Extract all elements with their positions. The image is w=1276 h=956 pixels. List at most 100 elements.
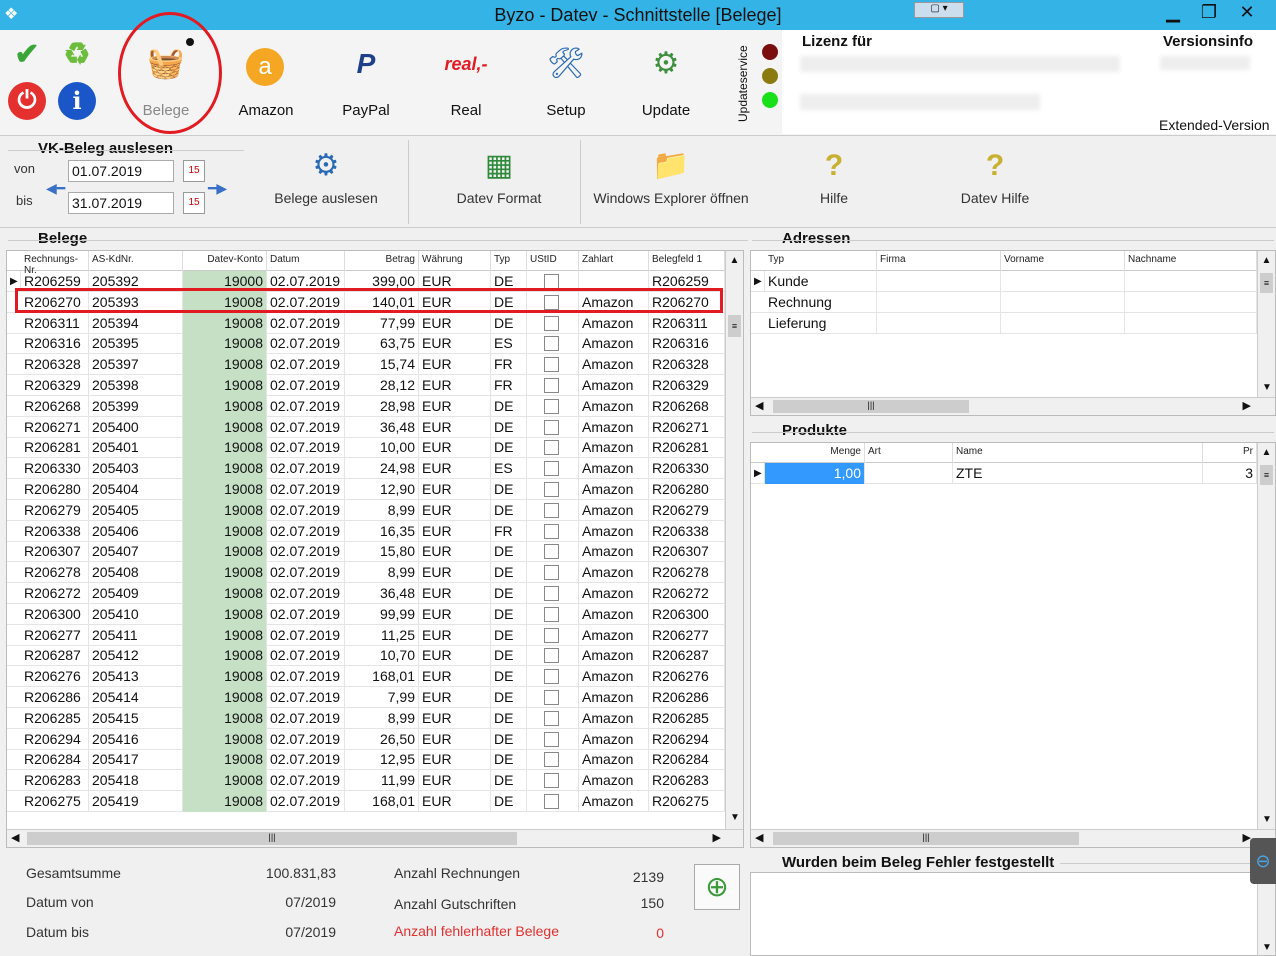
scroll-thumb[interactable]: ||| [773, 832, 1079, 845]
typ-cell[interactable]: DE [491, 562, 527, 584]
datum-cell[interactable]: 02.07.2019 [267, 666, 345, 688]
rechnungs-nr-cell[interactable]: R206279 [21, 499, 89, 521]
ustid-checkbox[interactable] [544, 648, 559, 664]
rechnungs-nr-cell[interactable]: R206316 [21, 333, 89, 355]
datum-cell[interactable]: 02.07.2019 [267, 499, 345, 521]
table-row[interactable]: R206307 205407 19008 02.07.2019 15,80 EUR DE Am… [7, 541, 727, 563]
waehrung-cell[interactable]: EUR [419, 458, 491, 480]
belegfeld-cell[interactable]: R206338 [649, 520, 725, 542]
info-icon[interactable]: i [58, 82, 96, 120]
column-header[interactable]: Firma [877, 251, 1001, 271]
table-row[interactable]: R206281 205401 19008 02.07.2019 10,00 EUR DE Am… [7, 437, 727, 459]
belegfeld-cell[interactable]: R206280 [649, 479, 725, 500]
as-kdnr-cell[interactable]: 205403 [89, 458, 183, 480]
waehrung-cell[interactable]: EUR [419, 416, 491, 438]
datev-konto-cell[interactable]: 19008 [183, 354, 267, 376]
belegfeld-cell[interactable]: R206281 [649, 437, 725, 459]
produkte-grid[interactable]: Menge Art Name Pr ▶ 1,00 ZTE 3 ▲ ≡ ▼ ◀ |… [750, 442, 1276, 848]
ustid-checkbox[interactable] [544, 357, 559, 373]
typ-cell[interactable]: Rechnung [765, 292, 877, 313]
scroll-down-icon[interactable]: ▼ [730, 812, 740, 823]
zahlart-cell[interactable]: Amazon [579, 583, 649, 604]
scroll-thumb[interactable]: ≡ [1260, 273, 1273, 293]
waehrung-cell[interactable]: EUR [419, 375, 491, 396]
toolbar-button-amazon[interactable]: a Amazon [218, 32, 314, 132]
vertical-scrollbar[interactable]: ▲ ≡ ▼ [1257, 443, 1275, 829]
table-row[interactable]: R206316 205395 19008 02.07.2019 63,75 EUR ES Am… [7, 333, 727, 355]
ustid-checkbox[interactable] [544, 502, 559, 518]
datev-konto-cell[interactable]: 19008 [183, 416, 267, 438]
belegfeld-cell[interactable]: R206277 [649, 624, 725, 646]
table-row[interactable]: R206276 205413 19008 02.07.2019 168,01 EUR DE A… [7, 666, 727, 688]
zahlart-cell[interactable]: Amazon [579, 520, 649, 542]
datev-konto-cell[interactable]: 19008 [183, 687, 267, 708]
rechnungs-nr-cell[interactable]: R206311 [21, 312, 89, 334]
belegfeld-cell[interactable]: R206272 [649, 583, 725, 604]
power-icon[interactable]: ⏻ [8, 82, 46, 120]
typ-cell[interactable]: DE [491, 791, 527, 812]
as-kdnr-cell[interactable]: 205408 [89, 562, 183, 584]
address-cell[interactable] [1001, 313, 1125, 334]
datum-cell[interactable]: 02.07.2019 [267, 395, 345, 417]
scroll-right-icon[interactable]: ▶ [713, 831, 721, 844]
toolbar-button-update[interactable]: ⚙ Update [618, 32, 714, 132]
waehrung-cell[interactable]: EUR [419, 603, 491, 625]
scroll-up-icon[interactable]: ▲ [726, 255, 743, 266]
rechnungs-nr-cell[interactable]: R206283 [21, 770, 89, 792]
arrow-left-icon[interactable]: ◀━ [46, 180, 65, 197]
windows-explorer-button[interactable]: 📁 Windows Explorer öffnen [590, 142, 752, 232]
belegfeld-cell[interactable]: R206294 [649, 728, 725, 750]
toolbar-button-paypal[interactable]: P PayPal [318, 32, 414, 132]
typ-cell[interactable]: DE [491, 666, 527, 688]
datum-cell[interactable]: 02.07.2019 [267, 437, 345, 459]
table-row[interactable]: R206279 205405 19008 02.07.2019 8,99 EUR DE Ama… [7, 499, 727, 521]
datev-konto-cell[interactable]: 19008 [183, 749, 267, 771]
table-row[interactable]: R206271 205400 19008 02.07.2019 36,48 EUR DE Am… [7, 416, 727, 438]
column-header[interactable]: Menge [765, 443, 865, 463]
typ-cell[interactable]: Lieferung [765, 313, 877, 334]
table-row[interactable]: R206285 205415 19008 02.07.2019 8,99 EUR DE Ama… [7, 707, 727, 729]
scroll-thumb[interactable]: ≡ [728, 315, 741, 337]
betrag-cell[interactable]: 24,98 [345, 458, 419, 480]
zahlart-cell[interactable]: Amazon [579, 562, 649, 584]
belegfeld-cell[interactable]: R206286 [649, 687, 725, 708]
preis-cell[interactable]: 3 [1203, 463, 1257, 484]
horizontal-scrollbar[interactable]: ◀ ||| ▶ [751, 397, 1275, 415]
betrag-cell[interactable]: 36,48 [345, 416, 419, 438]
column-header[interactable]: Vorname [1001, 251, 1125, 271]
side-panel-icon[interactable]: ⊖ [1250, 838, 1276, 884]
ustid-checkbox[interactable] [544, 627, 559, 643]
typ-cell[interactable]: DE [491, 395, 527, 417]
address-cell[interactable] [877, 271, 1001, 292]
ustid-checkbox[interactable] [544, 586, 559, 601]
rechnungs-nr-cell[interactable]: R206329 [21, 375, 89, 396]
column-header[interactable]: Name [953, 443, 1203, 463]
von-date-input[interactable]: 01.07.2019 [68, 160, 174, 182]
as-kdnr-cell[interactable]: 205409 [89, 583, 183, 604]
art-cell[interactable] [865, 463, 953, 484]
betrag-cell[interactable]: 15,74 [345, 354, 419, 376]
datev-konto-cell[interactable]: 19008 [183, 541, 267, 563]
ustid-checkbox[interactable] [544, 710, 559, 726]
zahlart-cell[interactable]: Amazon [579, 395, 649, 417]
rechnungs-nr-cell[interactable]: R206276 [21, 666, 89, 688]
ustid-checkbox[interactable] [544, 565, 559, 581]
column-header-typ[interactable]: Typ [491, 251, 527, 271]
rechnungs-nr-cell[interactable]: R206338 [21, 520, 89, 542]
waehrung-cell[interactable]: EUR [419, 479, 491, 500]
datum-cell[interactable]: 02.07.2019 [267, 645, 345, 667]
table-row[interactable]: R206328 205397 19008 02.07.2019 15,74 EUR FR Am… [7, 354, 727, 376]
address-row[interactable]: ▶ Kunde [751, 271, 1257, 292]
belegfeld-cell[interactable]: R206287 [649, 645, 725, 667]
scroll-down-icon[interactable]: ▼ [1262, 814, 1272, 825]
typ-cell[interactable]: DE [491, 770, 527, 792]
scroll-thumb[interactable]: ||| [27, 832, 517, 845]
belegfeld-cell[interactable]: R206330 [649, 458, 725, 480]
table-row[interactable]: R206284 205417 19008 02.07.2019 12,95 EUR DE Am… [7, 749, 727, 771]
datum-cell[interactable]: 02.07.2019 [267, 312, 345, 334]
column-header-rechnungs-nr[interactable]: Rechnungs-Nr. [21, 251, 89, 276]
toolbar-button-setup[interactable]: 🛠 Setup [518, 32, 614, 132]
belegfeld-cell[interactable]: R206328 [649, 354, 725, 376]
typ-cell[interactable]: FR [491, 375, 527, 396]
datev-konto-cell[interactable]: 19008 [183, 728, 267, 750]
